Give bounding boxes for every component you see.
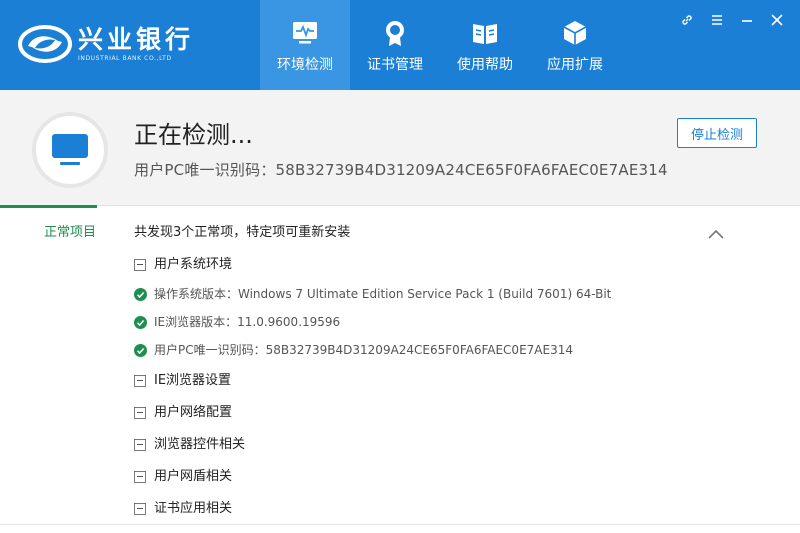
close-icon [771, 14, 783, 26]
check-item: 操作系统版本：Windows 7 Ultimate Edition Servic… [134, 285, 611, 303]
monitor-icon [52, 134, 88, 165]
tab-label: 证书管理 [367, 57, 423, 73]
link-icon [682, 15, 692, 25]
close-button[interactable] [762, 10, 792, 30]
window-controls [672, 10, 792, 30]
collapse-box-icon [134, 407, 146, 419]
tab-label: 使用帮助 [457, 57, 513, 73]
status-title: 正在检测... [134, 121, 253, 149]
minimize-button[interactable] [732, 10, 762, 30]
results-summary: 共发现3个正常项，特定项可重新安装 [134, 225, 351, 240]
certificate-badge-icon [386, 21, 404, 46]
status-panel: 正在检测... 用户PC唯一识别码：58B32739B4D31209A24CE6… [0, 90, 800, 206]
group-user-netshield[interactable]: 用户网盾相关 [134, 468, 232, 486]
collapse-box-icon [134, 471, 146, 483]
check-item: 用户PC唯一识别码：58B32739B4D31209A24CE65F0FA6FA… [134, 341, 573, 359]
top-bar: 兴业银行 INDUSTRIAL BANK CO.,LTD 环境检测 证书管理 使… [0, 0, 800, 90]
group-certificate-apps[interactable]: 证书应用相关 [134, 500, 232, 518]
tab-label: 应用扩展 [547, 57, 603, 73]
tab-app-extensions[interactable]: 应用扩展 [530, 0, 620, 90]
collapse-box-icon [134, 503, 146, 515]
check-item-label: 用户PC唯一识别码：58B32739B4D31209A24CE65F0FA6FA… [154, 343, 573, 357]
group-label: 用户系统环境 [154, 257, 233, 272]
group-label: 用户网络配置 [154, 405, 233, 420]
check-circle-icon [134, 343, 147, 357]
check-item: IE浏览器版本：11.0.9600.19596 [134, 313, 340, 331]
monitor-pulse-icon [293, 22, 317, 44]
tab-help[interactable]: 使用帮助 [440, 0, 530, 90]
group-user-network-config[interactable]: 用户网络配置 [134, 404, 232, 422]
bottom-divider [0, 524, 800, 525]
industrial-bank-logo-icon [18, 25, 72, 63]
menu-icon [712, 15, 722, 25]
tab-certificate-management[interactable]: 证书管理 [350, 0, 440, 90]
check-circle-icon [134, 315, 147, 329]
tab-environment-check[interactable]: 环境检测 [260, 0, 350, 90]
collapse-box-icon [134, 439, 146, 451]
group-label: 用户网盾相关 [154, 469, 233, 484]
menu-button[interactable] [702, 10, 732, 30]
group-browser-controls[interactable]: 浏览器控件相关 [134, 436, 245, 454]
collapse-box-icon [134, 375, 146, 387]
normal-items-label: 正常项目 [44, 225, 97, 240]
link-button[interactable] [672, 10, 702, 30]
group-ie-browser-settings[interactable]: IE浏览器设置 [134, 372, 231, 390]
group-user-system-environment[interactable]: 用户系统环境 [134, 256, 232, 274]
check-item-label: IE浏览器版本：11.0.9600.19596 [154, 315, 341, 329]
progress-indicator [0, 205, 97, 208]
group-label: 浏览器控件相关 [154, 437, 246, 452]
check-item-label: 操作系统版本：Windows 7 Ultimate Edition Servic… [154, 287, 612, 301]
chevron-up-icon [708, 229, 724, 239]
stop-check-button[interactable]: 停止检测 [677, 118, 757, 148]
pc-id-line: 用户PC唯一识别码：58B32739B4D31209A24CE65F0FA6FA… [134, 161, 668, 179]
group-label: IE浏览器设置 [154, 373, 232, 388]
status-indicator [32, 112, 108, 188]
brand-name-cn: 兴业银行 [78, 24, 195, 54]
check-circle-icon [134, 287, 147, 301]
brand-logo: 兴业银行 INDUSTRIAL BANK CO.,LTD [18, 22, 194, 66]
group-label: 证书应用相关 [154, 501, 233, 516]
main-nav: 环境检测 证书管理 使用帮助 应用扩展 [260, 0, 620, 90]
cube-icon [563, 21, 587, 45]
open-book-icon [473, 24, 497, 44]
brand-name-en: INDUSTRIAL BANK CO.,LTD [78, 54, 172, 62]
collapse-box-icon [134, 259, 146, 271]
tab-label: 环境检测 [277, 57, 333, 73]
collapse-button[interactable] [704, 224, 728, 244]
minimize-icon [742, 20, 752, 22]
